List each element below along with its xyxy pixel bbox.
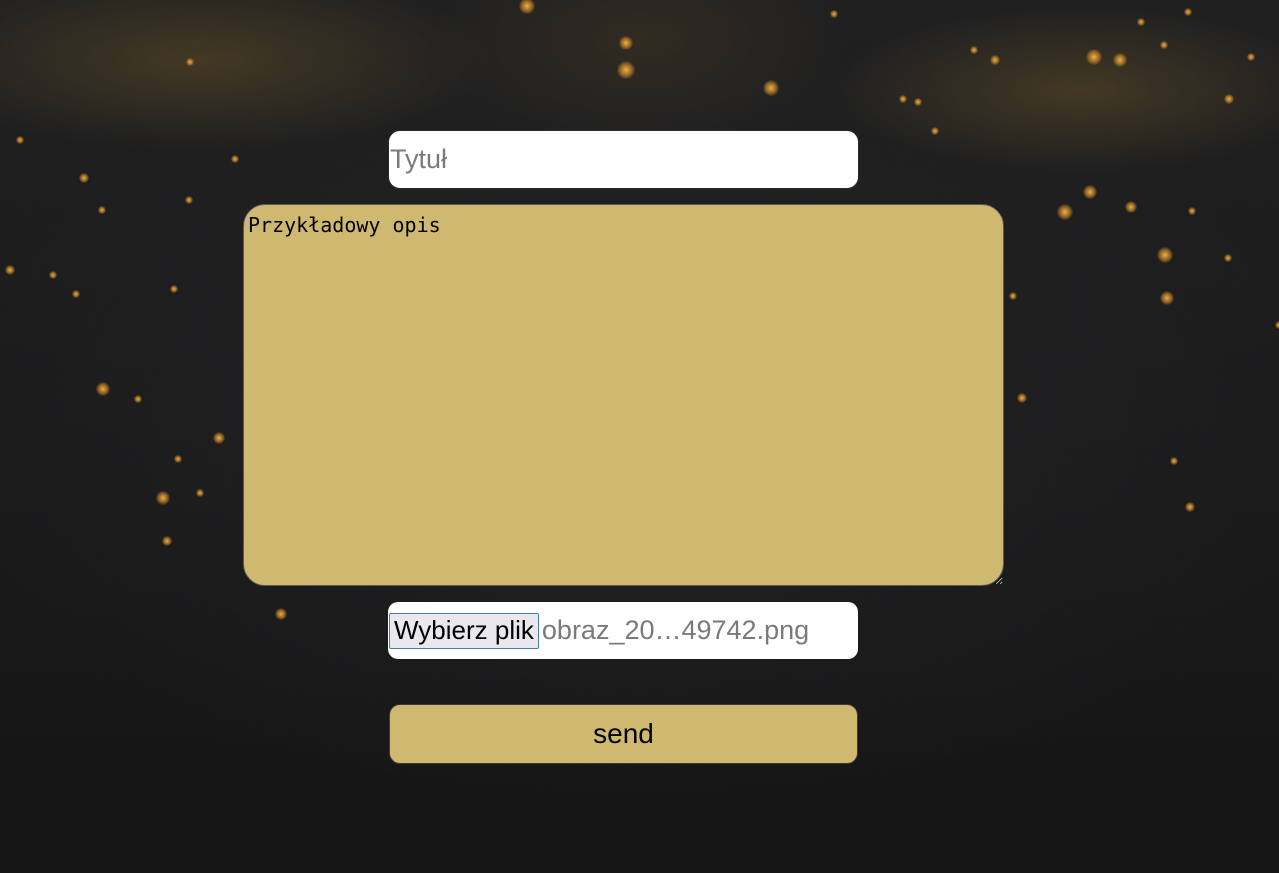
bokeh-light <box>1017 393 1027 403</box>
bokeh-light <box>72 290 80 298</box>
bokeh-light <box>5 265 15 275</box>
bokeh-light <box>162 536 172 546</box>
bokeh-light <box>174 455 182 463</box>
bokeh-light <box>1137 18 1145 26</box>
bokeh-light <box>170 285 178 293</box>
choose-file-button[interactable]: Wybierz plik <box>389 612 539 649</box>
bokeh-light <box>213 432 225 444</box>
bokeh-light <box>970 46 978 54</box>
bokeh-light <box>1009 292 1017 300</box>
bokeh-light <box>1184 8 1192 16</box>
bokeh-light <box>79 173 89 183</box>
bokeh-light <box>990 55 1000 65</box>
bokeh-light <box>134 395 142 403</box>
selected-file-name: obraz_20…49742.png <box>541 615 810 645</box>
bokeh-light <box>763 80 779 96</box>
bokeh-light <box>98 206 106 214</box>
title-input[interactable] <box>388 130 859 189</box>
bokeh-light <box>931 127 939 135</box>
bokeh-light <box>1113 53 1127 67</box>
bokeh-light <box>899 95 907 103</box>
bokeh-light <box>1157 247 1173 263</box>
bokeh-light <box>1224 254 1232 262</box>
page: { "form": { "title_placeholder": "Tytuł"… <box>0 0 1279 873</box>
bokeh-light <box>619 36 633 50</box>
bokeh-light <box>275 608 287 620</box>
bokeh-light <box>96 382 110 396</box>
bokeh-light <box>231 155 239 163</box>
bokeh-light <box>1247 53 1255 61</box>
bokeh-light <box>830 10 838 18</box>
bokeh-light <box>1125 201 1137 213</box>
bokeh-light <box>617 61 635 79</box>
bokeh-light <box>1160 41 1168 49</box>
bokeh-light <box>1224 94 1234 104</box>
bokeh-light <box>1057 204 1073 220</box>
bokeh-light <box>186 58 194 66</box>
send-button[interactable]: send <box>389 704 858 764</box>
description-textarea[interactable]: Przykładowy opis <box>243 204 1004 586</box>
bokeh-light <box>519 0 535 14</box>
bokeh-light <box>1185 502 1195 512</box>
bokeh-light <box>185 196 193 204</box>
bokeh-light <box>1188 207 1196 215</box>
bokeh-light <box>1275 321 1279 329</box>
bokeh-light <box>196 489 204 497</box>
bokeh-light <box>1086 49 1102 65</box>
bokeh-light <box>49 271 57 279</box>
bokeh-light <box>1170 457 1178 465</box>
bokeh-light <box>1160 291 1174 305</box>
bokeh-light <box>914 98 922 106</box>
bokeh-light <box>1083 185 1097 199</box>
bokeh-light <box>16 136 24 144</box>
file-picker[interactable]: Wybierz plik obraz_20…49742.png <box>388 602 858 659</box>
bokeh-light <box>156 491 170 505</box>
